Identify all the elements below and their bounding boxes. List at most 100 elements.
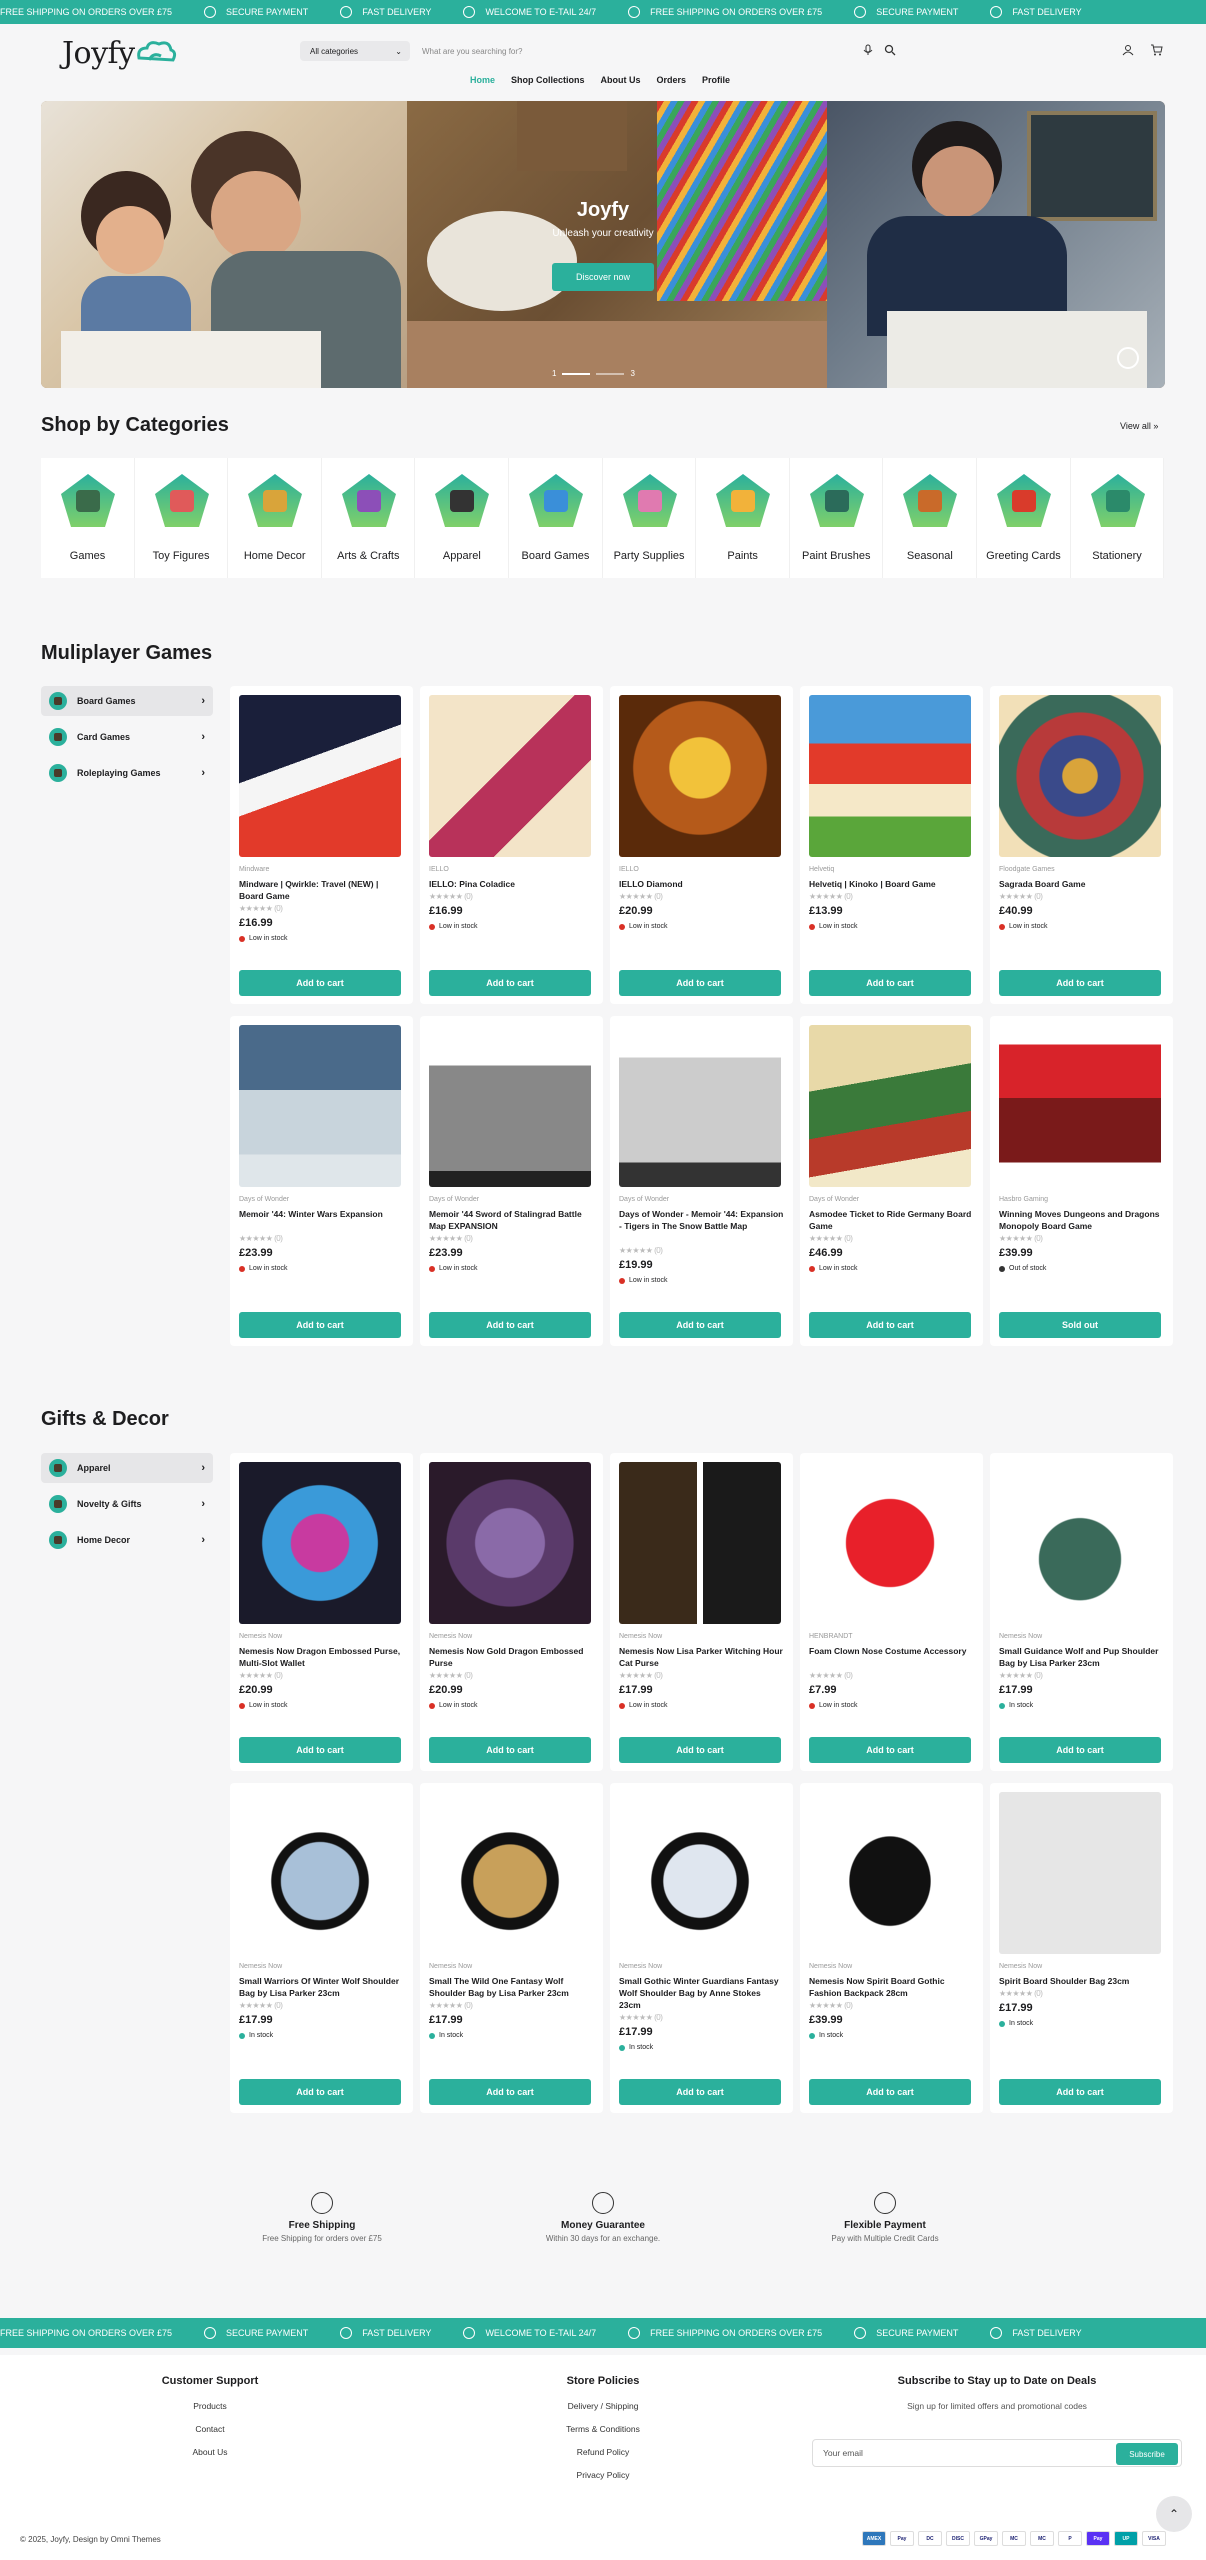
product-name[interactable]: Small Guidance Wolf and Pup Shoulder Bag… xyxy=(999,1645,1164,1669)
product-name[interactable]: Asmodee Ticket to Ride Germany Board Gam… xyxy=(809,1208,974,1232)
add-to-cart-button[interactable]: Add to cart xyxy=(999,1737,1161,1763)
discover-now-button[interactable]: Discover now xyxy=(552,263,654,291)
product-name[interactable]: Small Warriors Of Winter Wolf Shoulder B… xyxy=(239,1975,404,1999)
product-card[interactable]: Helvetiq Helvetiq | Kinoko | Board Game ★★… xyxy=(800,686,983,1004)
product-name[interactable]: Nemesis Now Dragon Embossed Purse, Multi… xyxy=(239,1645,404,1669)
nav-about-us[interactable]: About Us xyxy=(601,75,641,85)
product-card[interactable]: Nemesis Now Spirit Board Shoulder Bag 23c… xyxy=(990,1783,1173,2113)
sold-out-button[interactable]: Sold out xyxy=(999,1312,1161,1338)
sidebar-item-home-decor[interactable]: Home Decor › xyxy=(41,1525,213,1555)
nav-profile[interactable]: Profile xyxy=(702,75,730,85)
add-to-cart-button[interactable]: Add to cart xyxy=(429,970,591,996)
product-name[interactable]: Nemesis Now Spirit Board Gothic Fashion … xyxy=(809,1975,974,1999)
product-image[interactable] xyxy=(619,1462,781,1624)
add-to-cart-button[interactable]: Add to cart xyxy=(619,1312,781,1338)
site-logo[interactable]: Joyfy xyxy=(62,36,135,71)
product-image[interactable] xyxy=(429,695,591,857)
category-paint-brushes[interactable]: Paint Brushes xyxy=(789,458,884,578)
product-image[interactable] xyxy=(239,1792,401,1954)
footer-link-about[interactable]: About Us xyxy=(100,2447,320,2457)
microphone-icon[interactable] xyxy=(862,44,874,56)
search-input[interactable]: What are you searching for? xyxy=(418,41,898,61)
nav-shop-collections[interactable]: Shop Collections xyxy=(511,75,585,85)
add-to-cart-button[interactable]: Add to cart xyxy=(809,2079,971,2105)
product-image[interactable] xyxy=(619,1792,781,1954)
product-card[interactable]: Nemesis Now Nemesis Now Spirit Board Goth… xyxy=(800,1783,983,2113)
product-card[interactable]: Floodgate Games Sagrada Board Game ★★★★★ (… xyxy=(990,686,1173,1004)
footer-link-terms[interactable]: Terms & Conditions xyxy=(493,2424,713,2434)
product-name[interactable]: Nemesis Now Lisa Parker Witching Hour Ca… xyxy=(619,1645,784,1669)
add-to-cart-button[interactable]: Add to cart xyxy=(429,1737,591,1763)
product-image[interactable] xyxy=(239,1462,401,1624)
product-image[interactable] xyxy=(429,1462,591,1624)
add-to-cart-button[interactable]: Add to cart xyxy=(809,1312,971,1338)
sidebar-item-board-games[interactable]: Board Games › xyxy=(41,686,213,716)
category-select[interactable]: All categories ⌄ xyxy=(300,41,410,61)
add-to-cart-button[interactable]: Add to cart xyxy=(239,1737,401,1763)
account-icon[interactable] xyxy=(1122,44,1134,56)
product-name[interactable]: Helvetiq | Kinoko | Board Game xyxy=(809,878,974,890)
footer-link-refund[interactable]: Refund Policy xyxy=(493,2447,713,2457)
product-name[interactable]: Foam Clown Nose Costume Accessory xyxy=(809,1645,974,1657)
product-image[interactable] xyxy=(809,1462,971,1624)
product-image[interactable] xyxy=(429,1025,591,1187)
category-paints[interactable]: Paints xyxy=(696,458,790,578)
add-to-cart-button[interactable]: Add to cart xyxy=(429,1312,591,1338)
product-card[interactable]: Nemesis Now Small Guidance Wolf and Pup S… xyxy=(990,1453,1173,1771)
product-name[interactable]: Small Gothic Winter Guardians Fantasy Wo… xyxy=(619,1975,784,2011)
category-toy-figures[interactable]: Toy Figures xyxy=(134,458,229,578)
add-to-cart-button[interactable]: Add to cart xyxy=(809,1737,971,1763)
product-card[interactable]: IELLO IELLO Diamond ★★★★★ (0) £20.99 Low in … xyxy=(610,686,793,1004)
nav-orders[interactable]: Orders xyxy=(657,75,687,85)
add-to-cart-button[interactable]: Add to cart xyxy=(239,2079,401,2105)
product-image[interactable] xyxy=(239,695,401,857)
product-card[interactable]: Days of Wonder Memoir '44: Winter Wars Ex… xyxy=(230,1016,413,1346)
product-card[interactable]: Nemesis Now Small The Wild One Fantasy Wo… xyxy=(420,1783,603,2113)
product-name[interactable]: Spirit Board Shoulder Bag 23cm xyxy=(999,1975,1164,1987)
add-to-cart-button[interactable]: Add to cart xyxy=(429,2079,591,2105)
product-image[interactable] xyxy=(809,1025,971,1187)
product-name[interactable]: IELLO Diamond xyxy=(619,878,784,890)
sidebar-item-card-games[interactable]: Card Games › xyxy=(41,722,213,752)
category-party-supplies[interactable]: Party Supplies xyxy=(602,458,697,578)
view-all-link[interactable]: View all » xyxy=(1120,421,1158,431)
product-card[interactable]: Days of Wonder Asmodee Ticket to Ride Ger… xyxy=(800,1016,983,1346)
category-arts-crafts[interactable]: Arts & Crafts xyxy=(321,458,416,578)
product-card[interactable]: Nemesis Now Nemesis Now Lisa Parker Witch… xyxy=(610,1453,793,1771)
product-image[interactable] xyxy=(999,1025,1161,1187)
product-image[interactable] xyxy=(999,1462,1161,1624)
add-to-cart-button[interactable]: Add to cart xyxy=(619,2079,781,2105)
footer-link-privacy[interactable]: Privacy Policy xyxy=(493,2470,713,2480)
product-image[interactable] xyxy=(999,1792,1161,1954)
product-image[interactable] xyxy=(809,1792,971,1954)
add-to-cart-button[interactable]: Add to cart xyxy=(239,970,401,996)
add-to-cart-button[interactable]: Add to cart xyxy=(619,970,781,996)
product-card[interactable]: Nemesis Now Small Gothic Winter Guardians… xyxy=(610,1783,793,2113)
category-stationery[interactable]: Stationery xyxy=(1070,458,1165,578)
product-name[interactable]: Days of Wonder - Memoir '44: Expansion -… xyxy=(619,1208,784,1232)
back-to-top-button[interactable]: ⌃ xyxy=(1156,2496,1192,2532)
search-icon[interactable] xyxy=(884,44,896,56)
product-name[interactable]: Nemesis Now Gold Dragon Embossed Purse xyxy=(429,1645,594,1669)
sidebar-item-apparel[interactable]: Apparel › xyxy=(41,1453,213,1483)
product-name[interactable]: Memoir '44: Winter Wars Expansion xyxy=(239,1208,404,1220)
product-name[interactable]: IELLO: Pina Coladice xyxy=(429,878,594,890)
product-card[interactable]: Days of Wonder Days of Wonder - Memoir '4… xyxy=(610,1016,793,1346)
product-image[interactable] xyxy=(619,1025,781,1187)
product-card[interactable]: IELLO IELLO: Pina Coladice ★★★★★ (0) £16.99… xyxy=(420,686,603,1004)
category-games[interactable]: Games xyxy=(41,458,135,578)
category-board-games[interactable]: Board Games xyxy=(508,458,603,578)
add-to-cart-button[interactable]: Add to cart xyxy=(809,970,971,996)
category-home-decor[interactable]: Home Decor xyxy=(228,458,322,578)
category-seasonal[interactable]: Seasonal xyxy=(883,458,977,578)
footer-link-delivery[interactable]: Delivery / Shipping xyxy=(493,2401,713,2411)
product-image[interactable] xyxy=(239,1025,401,1187)
product-name[interactable]: Small The Wild One Fantasy Wolf Shoulder… xyxy=(429,1975,594,1999)
product-image[interactable] xyxy=(809,695,971,857)
product-card[interactable]: Nemesis Now Nemesis Now Dragon Embossed P… xyxy=(230,1453,413,1771)
product-name[interactable]: Winning Moves Dungeons and Dragons Monop… xyxy=(999,1208,1164,1232)
footer-link-products[interactable]: Products xyxy=(100,2401,320,2411)
pause-slideshow-icon[interactable] xyxy=(1117,347,1139,369)
product-card[interactable]: HENBRANDT Foam Clown Nose Costume Accesso… xyxy=(800,1453,983,1771)
product-card[interactable]: Nemesis Now Nemesis Now Gold Dragon Embos… xyxy=(420,1453,603,1771)
